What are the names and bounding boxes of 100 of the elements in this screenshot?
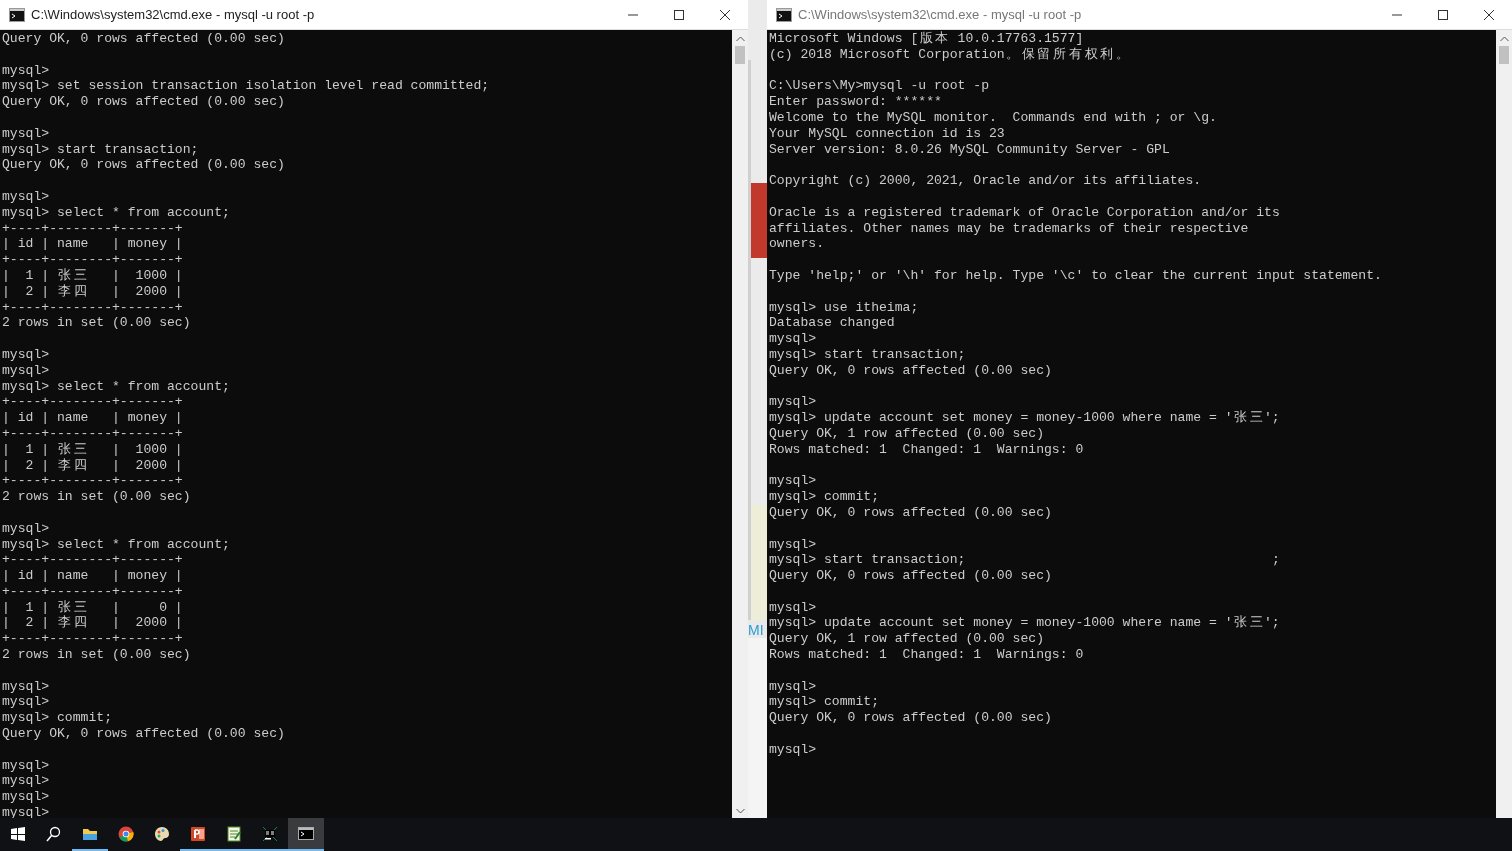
console-line: mysql> update account set money = money-1000 where name = '张三'; bbox=[769, 615, 1280, 632]
console-line: mysql> set session transaction isolation level read committed; bbox=[2, 78, 490, 95]
maximize-icon bbox=[1438, 9, 1448, 20]
console-line: | id | name | money | bbox=[2, 410, 183, 426]
console-line: +----+--------+-------+ bbox=[2, 425, 183, 442]
browser-icon bbox=[118, 825, 134, 842]
console-line: mysql> bbox=[2, 789, 50, 806]
notepad-icon bbox=[226, 825, 242, 842]
console-line: C:\Users\My>mysql -u root -p bbox=[769, 78, 989, 95]
console-line: owners. bbox=[769, 236, 824, 253]
console-line: mysql> bbox=[2, 125, 50, 142]
console-line: mysql> start transaction; bbox=[2, 141, 199, 158]
console-line: +----+--------+-------+ bbox=[2, 473, 183, 490]
console-line: +----+--------+-------+ bbox=[2, 220, 183, 237]
console-line: Server version: 8.0.26 MySQL Community Server - GPL bbox=[769, 141, 1170, 158]
console-line: Query OK, 0 rows affected (0.00 sec) bbox=[2, 157, 285, 174]
scroll-thumb[interactable] bbox=[735, 46, 745, 64]
console-line: 2 rows in set (0.00 sec) bbox=[2, 489, 191, 505]
console-line: | id | name | money | bbox=[2, 568, 183, 584]
console-line: +----+--------+-------+ bbox=[2, 252, 183, 268]
console-line: (c) 2018 Microsoft Corporation。保留所有权利。 bbox=[769, 46, 1130, 63]
console-line: Rows matched: 1 Changed: 1 Warnings: 0 bbox=[769, 647, 1084, 663]
console-line: Database changed bbox=[769, 315, 895, 332]
console-line: mysql> use itheima; bbox=[769, 299, 919, 316]
maximize-icon bbox=[674, 9, 684, 20]
palette-icon bbox=[154, 825, 170, 842]
console-line: +----+--------+-------+ bbox=[2, 299, 183, 316]
console-line: mysql> update account set money = money-1000 where name = '张三'; bbox=[769, 410, 1280, 426]
console-icon bbox=[776, 7, 792, 22]
close-icon bbox=[1484, 9, 1494, 20]
console-line: Your MySQL connection id is 23 bbox=[769, 125, 1005, 142]
console-line: 2 rows in set (0.00 sec) bbox=[2, 315, 191, 332]
console-line: mysql> bbox=[2, 520, 50, 537]
console-line: mysql> bbox=[769, 741, 817, 758]
console-line: | 2 | 李四 | 2000 | bbox=[2, 283, 183, 300]
console-icon bbox=[298, 825, 314, 842]
console-line: mysql> bbox=[2, 805, 50, 818]
database-tool-icon bbox=[262, 825, 278, 842]
console-line: Enter password: ****** bbox=[769, 94, 942, 110]
console-line: Query OK, 0 rows affected (0.00 sec) bbox=[769, 710, 1052, 727]
console-line: Query OK, 0 rows affected (0.00 sec) bbox=[2, 726, 285, 742]
console-line: Query OK, 0 rows affected (0.00 sec) bbox=[769, 568, 1052, 584]
presentation-icon bbox=[190, 825, 206, 842]
console-line: mysql> select * from account; bbox=[2, 204, 230, 221]
console-line: mysql> commit; bbox=[769, 489, 879, 505]
console-line: mysql> commit; bbox=[2, 710, 112, 727]
console-line: Welcome to the MySQL monitor. Commands end with ; or \g. bbox=[769, 110, 1217, 126]
start-icon bbox=[10, 825, 26, 842]
console-line: +----+--------+-------+ bbox=[2, 552, 183, 569]
scroll-thumb[interactable] bbox=[1499, 46, 1509, 64]
console-line: | 2 | 李四 | 2000 | bbox=[2, 457, 183, 474]
console-line: mysql> bbox=[2, 362, 50, 379]
console-line: Query OK, 1 row affected (0.00 sec) bbox=[769, 425, 1044, 442]
console-line: mysql> bbox=[2, 757, 50, 774]
backdrop-text: MI bbox=[748, 622, 765, 638]
window-title: C:\Windows\system32\cmd.exe - mysql -u root -p bbox=[31, 5, 315, 24]
console-line: +----+--------+-------+ bbox=[2, 631, 183, 648]
console-line: +----+--------+-------+ bbox=[2, 583, 183, 600]
console-line: mysql> select * from account; bbox=[2, 536, 230, 553]
scrollbar[interactable] bbox=[1496, 30, 1512, 818]
console-line: | 2 | 李四 | 2000 | bbox=[2, 615, 183, 632]
console-line: | 1 | 张三 | 1000 | bbox=[2, 267, 183, 284]
console-line: Query OK, 0 rows affected (0.00 sec) bbox=[2, 31, 285, 47]
console-line: Query OK, 0 rows affected (0.00 sec) bbox=[2, 94, 285, 110]
console-line: mysql> bbox=[2, 62, 50, 79]
close-icon bbox=[720, 9, 730, 20]
console-line: mysql> bbox=[2, 678, 50, 695]
console-line: mysql> bbox=[2, 694, 50, 711]
console-line: mysql> bbox=[769, 678, 817, 695]
console-line: mysql> bbox=[769, 536, 817, 553]
console-line: mysql> commit; bbox=[769, 694, 879, 711]
console-line: mysql> bbox=[769, 331, 817, 347]
console-line: +----+--------+-------+ bbox=[2, 394, 183, 411]
console-line: Microsoft Windows [版本 10.0.17763.1577] bbox=[769, 31, 1084, 47]
console-line: mysql> select * from account; bbox=[2, 378, 230, 395]
scrollbar[interactable] bbox=[732, 30, 748, 818]
console-line: 2 rows in set (0.00 sec) bbox=[2, 647, 191, 663]
console-line: Rows matched: 1 Changed: 1 Warnings: 0 bbox=[769, 441, 1084, 458]
console-line: mysql> bbox=[769, 599, 817, 616]
console-line: mysql> bbox=[2, 773, 50, 790]
console-line: | id | name | money | bbox=[2, 236, 183, 253]
console-line: Query OK, 0 rows affected (0.00 sec) bbox=[769, 504, 1052, 521]
console-line: mysql> bbox=[2, 346, 50, 363]
console-line: Query OK, 0 rows affected (0.00 sec) bbox=[769, 362, 1052, 379]
console-line: affiliates. Other names may be trademarks of their respective bbox=[769, 220, 1249, 237]
console-line: | 1 | 张三 | 0 | bbox=[2, 599, 183, 615]
window-title: C:\Windows\system32\cmd.exe - mysql -u root -p bbox=[798, 5, 1082, 24]
console-line: Copyright (c) 2000, 2021, Oracle and/or its affiliates. bbox=[769, 173, 1202, 189]
console-line: mysql> bbox=[769, 394, 817, 411]
search-icon bbox=[46, 825, 62, 842]
console-line: mysql> bbox=[769, 473, 817, 490]
console-line: mysql> bbox=[2, 188, 50, 205]
console-line: Type 'help;' or '\h' for help. Type '\c' to clear the current input statement. bbox=[769, 267, 1382, 284]
taskbar-button[interactable] bbox=[288, 818, 324, 851]
console-icon bbox=[9, 7, 25, 22]
console-line: | 1 | 张三 | 1000 | bbox=[2, 441, 183, 458]
console-line: mysql> start transaction; ; bbox=[769, 552, 1280, 569]
console-line: mysql> start transaction; bbox=[769, 346, 966, 363]
console-line: Query OK, 1 row affected (0.00 sec) bbox=[769, 631, 1044, 648]
console-line: Oracle is a registered trademark of Oracle Corporation and/or its bbox=[769, 204, 1280, 221]
